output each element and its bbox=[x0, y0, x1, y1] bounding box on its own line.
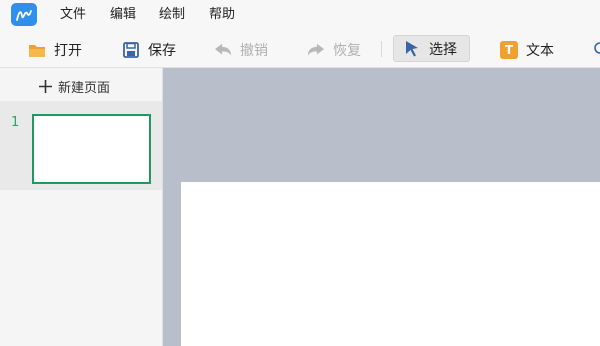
page-number: 1 bbox=[11, 115, 20, 130]
open-label: 打开 bbox=[54, 43, 82, 59]
canvas-page[interactable] bbox=[181, 182, 600, 346]
menu-help[interactable]: 帮助 bbox=[209, 6, 235, 24]
save-button[interactable]: 保存 bbox=[122, 36, 176, 64]
toolbar-divider bbox=[381, 41, 382, 57]
text-tool-button[interactable]: T 文本 bbox=[500, 36, 554, 64]
redo-icon bbox=[307, 41, 325, 59]
page-thumbnail[interactable] bbox=[32, 114, 151, 184]
menu-file[interactable]: 文件 bbox=[60, 6, 86, 24]
plus-icon bbox=[38, 79, 53, 94]
new-page-button[interactable]: 新建页面 bbox=[38, 76, 110, 96]
menu-bar: 文件 编辑 绘制 帮助 bbox=[0, 0, 600, 30]
open-button[interactable]: 打开 bbox=[28, 36, 82, 64]
undo-label: 撤销 bbox=[240, 43, 268, 59]
cursor-icon bbox=[403, 40, 421, 58]
select-label: 选择 bbox=[429, 41, 457, 58]
menu-draw[interactable]: 绘制 bbox=[159, 6, 185, 24]
undo-button[interactable]: 撤销 bbox=[214, 36, 268, 64]
save-icon bbox=[122, 41, 140, 59]
text-tool-icon: T bbox=[500, 41, 518, 59]
menu-edit[interactable]: 编辑 bbox=[110, 6, 136, 24]
page-list-item[interactable]: 1 bbox=[0, 101, 162, 190]
redo-button[interactable]: 恢复 bbox=[307, 36, 361, 64]
app-logo-icon bbox=[11, 3, 37, 26]
new-page-label: 新建页面 bbox=[58, 80, 111, 96]
undo-icon bbox=[214, 41, 232, 59]
text-tool-glyph: T bbox=[504, 43, 514, 57]
page-sidebar: 新建页面 1 bbox=[0, 68, 163, 346]
text-label: 文本 bbox=[526, 43, 554, 59]
save-label: 保存 bbox=[148, 43, 176, 59]
redo-label: 恢复 bbox=[333, 43, 361, 59]
overflow-tool-icon[interactable] bbox=[592, 41, 600, 55]
canvas-area[interactable] bbox=[163, 68, 600, 346]
select-tool-button[interactable]: 选择 bbox=[393, 35, 470, 62]
folder-icon bbox=[28, 41, 46, 59]
